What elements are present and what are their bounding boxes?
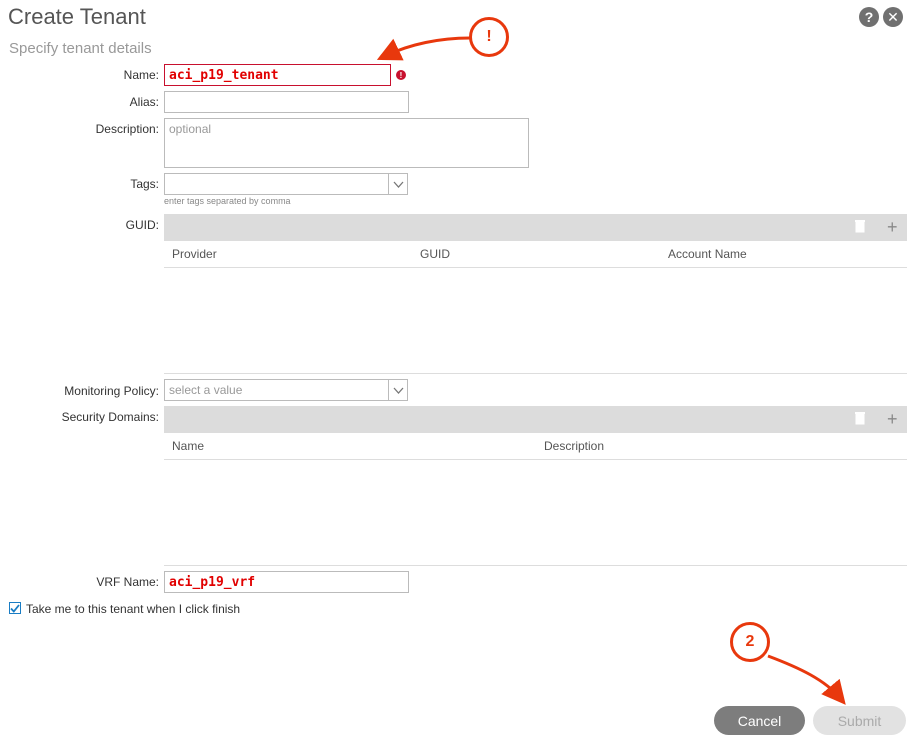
annotation-marker-1: ! (469, 17, 509, 57)
annotation-arrows (376, 36, 846, 705)
annotation-marker-2: 2 (730, 622, 770, 662)
